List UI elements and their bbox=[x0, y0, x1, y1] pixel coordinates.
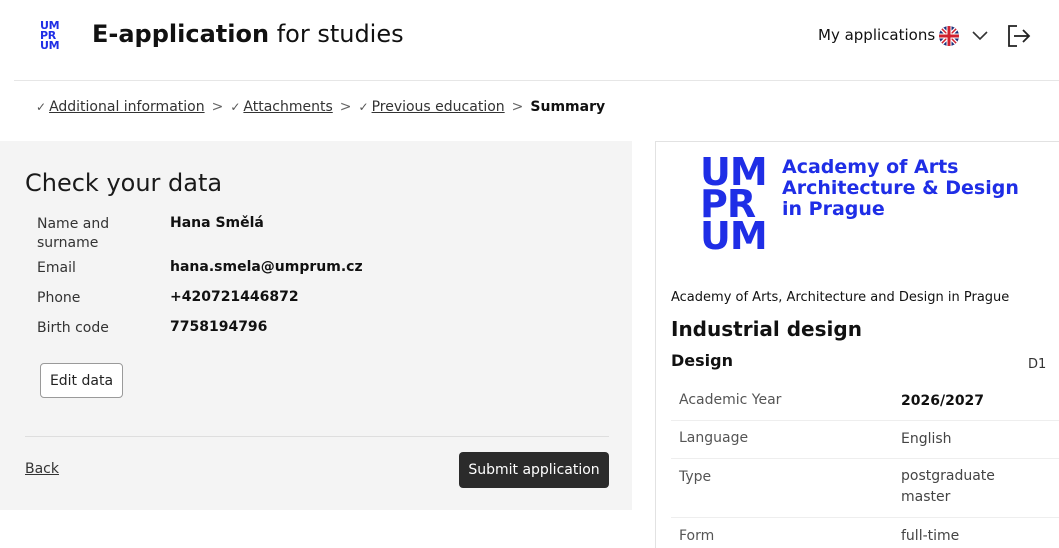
birth-code-value: 7758194796 bbox=[170, 319, 268, 335]
name-label: Name and surname bbox=[37, 216, 110, 251]
detail-divider bbox=[671, 517, 1059, 518]
email-label: Email bbox=[37, 260, 76, 276]
check-icon: ✓ bbox=[230, 100, 241, 114]
card-divider bbox=[25, 436, 609, 437]
logo-line: UM bbox=[40, 39, 60, 52]
type-value: postgraduate master bbox=[901, 468, 995, 505]
edit-data-button[interactable]: Edit data bbox=[40, 363, 123, 398]
breadcrumb-item-attachments[interactable]: ✓ Attachments bbox=[230, 99, 332, 115]
phone-value: +420721446872 bbox=[170, 289, 299, 305]
academic-year-label: Academic Year bbox=[679, 392, 782, 408]
form-value: full-time bbox=[901, 528, 960, 544]
phone-label: Phone bbox=[37, 290, 81, 306]
breadcrumb-separator: > bbox=[339, 99, 352, 115]
check-icon: ✓ bbox=[358, 100, 369, 114]
specialization-code: D1 bbox=[1028, 357, 1047, 372]
page-title: Check your data bbox=[25, 169, 223, 197]
app-title: E-application for studies bbox=[92, 20, 404, 48]
birth-code-label: Birth code bbox=[37, 320, 109, 336]
programme-card: UM PR UM Academy of Arts Architecture & … bbox=[655, 141, 1059, 548]
detail-divider bbox=[671, 458, 1059, 459]
programme-name: Industrial design bbox=[671, 317, 862, 341]
logo-text-line: in Prague bbox=[782, 198, 885, 220]
logout-icon[interactable] bbox=[1005, 23, 1033, 49]
name-value: Hana Smělá bbox=[170, 215, 264, 231]
logo-text-line: Academy of Arts bbox=[782, 156, 959, 178]
breadcrumb-item-additional-information[interactable]: ✓ Additional information bbox=[36, 99, 205, 115]
academic-year-value: 2026/2027 bbox=[901, 393, 985, 409]
header-divider bbox=[14, 80, 1059, 81]
breadcrumb-item-previous-education[interactable]: ✓ Previous education bbox=[359, 99, 505, 115]
institution-name: Academy of Arts, Architecture and Design… bbox=[671, 290, 1010, 305]
check-data-card: Check your data Name and surname Hana Sm… bbox=[0, 141, 632, 510]
academy-logo-text: Academy of Arts Architecture & Design in… bbox=[782, 157, 1019, 220]
umprum-big-logo: UM PR UM bbox=[700, 153, 768, 258]
specialization-name: Design bbox=[671, 351, 733, 370]
logo-text-line: Architecture & Design bbox=[782, 177, 1019, 199]
detail-divider bbox=[671, 420, 1059, 421]
chevron-down-icon[interactable] bbox=[970, 28, 990, 44]
app-title-rest: for studies bbox=[269, 20, 404, 48]
uk-flag-icon[interactable] bbox=[939, 26, 959, 46]
check-icon: ✓ bbox=[36, 100, 47, 114]
breadcrumb-separator: > bbox=[211, 99, 224, 115]
email-value: hana.smela@umprum.cz bbox=[170, 259, 363, 275]
form-label: Form bbox=[679, 528, 715, 544]
breadcrumb-link[interactable]: Attachments bbox=[243, 99, 332, 115]
breadcrumb-current: Summary bbox=[530, 99, 606, 115]
breadcrumb-link[interactable]: Additional information bbox=[49, 99, 205, 115]
breadcrumb: ✓ Additional information > ✓ Attachments > ✓ Pr… bbox=[36, 99, 605, 115]
language-label: Language bbox=[679, 430, 749, 446]
breadcrumb-separator: > bbox=[511, 99, 524, 115]
breadcrumb-link[interactable]: Previous education bbox=[372, 99, 505, 115]
umprum-logo[interactable]: UM PR UM bbox=[40, 20, 70, 52]
language-value: English bbox=[901, 431, 952, 447]
logo-line: UM bbox=[700, 214, 768, 258]
back-link[interactable]: Back bbox=[25, 461, 59, 477]
type-label: Type bbox=[679, 469, 712, 485]
app-header: UM PR UM E-application for studies My ap… bbox=[0, 0, 1059, 80]
submit-application-button[interactable]: Submit application bbox=[459, 452, 609, 488]
app-title-bold: E-application bbox=[92, 20, 270, 48]
my-applications-link[interactable]: My applications bbox=[818, 26, 935, 44]
